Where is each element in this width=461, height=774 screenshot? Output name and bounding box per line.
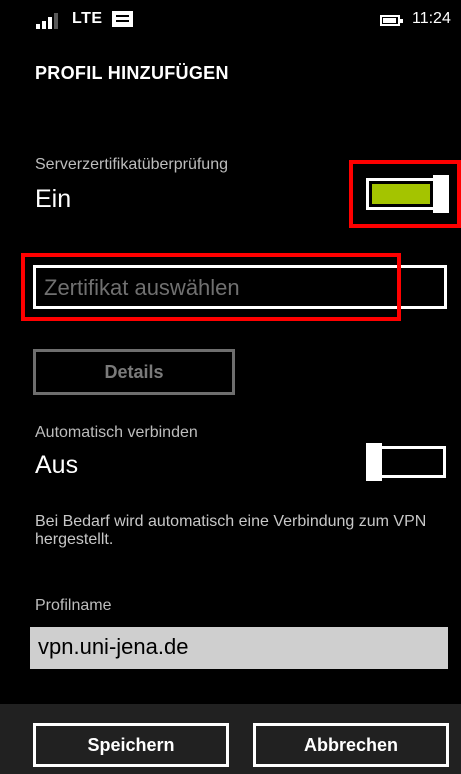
- auto-connect-label: Automatisch verbinden: [35, 424, 198, 441]
- auto-connect-description: Bei Bedarf wird automatisch eine Verbind…: [35, 513, 427, 548]
- cancel-button[interactable]: Abbrechen: [253, 723, 449, 767]
- server-cert-check-value: Ein: [35, 185, 72, 213]
- toggle-thumb: [366, 443, 382, 481]
- page-title: PROFIL HINZUFÜGEN: [35, 63, 229, 83]
- server-cert-check-label: Serverzertifikatüberprüfung: [35, 156, 228, 173]
- save-button[interactable]: Speichern: [33, 723, 229, 767]
- details-button[interactable]: Details: [33, 349, 235, 395]
- clock: 11:24: [412, 10, 451, 27]
- highlight-box-certificate: [21, 253, 401, 321]
- sim-card-icon: [112, 11, 133, 27]
- profile-name-input[interactable]: vpn.uni-jena.de: [30, 627, 448, 669]
- server-cert-check-toggle[interactable]: [366, 175, 449, 213]
- toggle-fill: [372, 184, 430, 204]
- network-type-label: LTE: [72, 10, 103, 27]
- toggle-thumb: [433, 175, 449, 213]
- battery-icon: [380, 15, 403, 26]
- auto-connect-value: Aus: [35, 451, 79, 479]
- auto-connect-toggle[interactable]: [366, 443, 446, 481]
- profile-name-label: Profilname: [35, 597, 112, 614]
- signal-strength-icon: [36, 13, 64, 29]
